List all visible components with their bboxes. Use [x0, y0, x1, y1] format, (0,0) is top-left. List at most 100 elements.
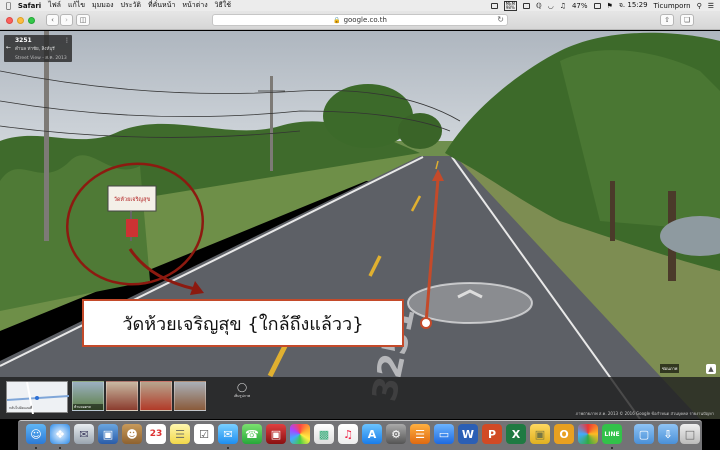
chevron-left-icon: ‹ [51, 16, 54, 24]
safari-icon[interactable]: ❖ [50, 424, 70, 444]
address-url: google.co.th [343, 16, 387, 24]
user-name[interactable]: Ticumporn [654, 2, 691, 10]
contacts-icon[interactable]: ☻ [122, 424, 142, 444]
menu-bookmarks[interactable]: ที่คั่นหน้า [148, 0, 175, 11]
chrome-icon[interactable] [578, 424, 598, 444]
menu-file[interactable]: ไฟล์ [48, 0, 61, 11]
street-view[interactable]: วัดห้วยเจริญสุข 3251 ← 3251 ตำบล ท่าชัย,… [0, 31, 720, 419]
itunes-icon[interactable]: ♫ [338, 424, 358, 444]
notification-center-icon[interactable]: ☰ [708, 2, 714, 10]
hide-imagery-button[interactable]: ซ่อนภาพ [660, 364, 680, 373]
calendar-day: 23 [149, 429, 163, 439]
memory-badge[interactable]: MEM 98% [503, 0, 518, 11]
add-photo-label: เพิ่มรูปภาพ [233, 394, 251, 398]
add-photo-button[interactable]: ◯ เพิ่มรูปภาพ [228, 383, 256, 413]
bluetooth-icon[interactable]: ℚ [536, 2, 542, 10]
photo-thumbnail[interactable]: ห้ามจอดรถ [72, 381, 104, 411]
clock[interactable]: จ. 15:29 [619, 0, 648, 11]
more-options-icon[interactable]: ⋮ [64, 37, 70, 44]
stickies-icon[interactable]: ▣ [530, 424, 550, 444]
dropbox-icon[interactable] [523, 2, 531, 9]
charts-icon[interactable]: ▩ [314, 424, 334, 444]
line-status-icon[interactable] [490, 2, 498, 9]
temple-sign-text: วัดห้วยเจริญสุข [114, 196, 151, 203]
photo-thumbnail[interactable] [174, 381, 206, 411]
street-view-scene[interactable]: วัดห้วยเจริญสุข 3251 [0, 31, 720, 419]
running-indicator [59, 447, 61, 449]
volume-icon[interactable]: ♫ [560, 2, 566, 10]
address-bar[interactable]: 🔒 google.co.th ↻ [212, 14, 508, 26]
screen:  Safari ไฟล์ แก้ไข มุมมอง ประวัติ ที่คั… [0, 0, 720, 450]
photo-filmstrip: กลับไปยังแผนที่ ห้ามจอดรถ ◯ เพิ่มรูปภาพ … [0, 377, 720, 419]
downloads-icon[interactable]: ⇩ [658, 424, 678, 444]
line-icon[interactable]: LINE [602, 424, 622, 444]
reminders-icon[interactable]: ☑ [194, 424, 214, 444]
trash-icon[interactable]: □ [680, 424, 700, 444]
battery-icon[interactable] [593, 2, 601, 9]
running-indicator [611, 447, 613, 449]
hide-imagery-label: ซ่อนภาพ [662, 366, 678, 371]
menu-help[interactable]: วิธีใช้ [215, 0, 231, 11]
road-number: 3251 [15, 37, 32, 44]
lock-icon: 🔒 [333, 16, 341, 24]
menu-window[interactable]: หน้าต่าง [182, 0, 207, 11]
share-icon: ⇧ [664, 16, 670, 24]
running-indicator [35, 447, 37, 449]
share-button[interactable]: ⇧ [660, 14, 674, 26]
menu-history[interactable]: ประวัติ [121, 0, 141, 11]
messages-icon[interactable]: ✉ [218, 424, 238, 444]
window-controls [6, 16, 35, 24]
map-thumbnail[interactable]: กลับไปยังแผนที่ [6, 381, 70, 415]
menu-app-name[interactable]: Safari [18, 2, 41, 10]
photos-preview-icon[interactable]: ▣ [98, 424, 118, 444]
spotlight-icon[interactable]: ⚲ [697, 2, 702, 10]
flag-icon[interactable]: ⚑ [607, 2, 613, 10]
outlook-icon[interactable]: O [554, 424, 574, 444]
back-arrow-icon[interactable]: ← [6, 44, 11, 51]
status-area: MEM 98% ℚ ◡ ♫ 47% ⚑ จ. 15:29 Ticumporn ⚲ … [490, 0, 714, 11]
minimize-window-button[interactable] [17, 16, 24, 24]
back-button[interactable]: ‹ [46, 14, 59, 26]
tab-overview-button[interactable]: ❏ [680, 14, 694, 26]
photos-icon[interactable] [290, 424, 310, 444]
finder-icon[interactable]: ☺ [26, 424, 46, 444]
apple-menu-icon[interactable]:  [6, 1, 11, 10]
reload-icon[interactable]: ↻ [497, 15, 504, 24]
fullscreen-window-button[interactable] [28, 16, 35, 24]
photo-thumbnail[interactable] [106, 381, 138, 411]
calendar-icon[interactable]: 23 [146, 424, 166, 444]
facetime-icon[interactable]: ☎ [242, 424, 262, 444]
photo-thumbnail-label: ห้ามจอดรถ [73, 404, 103, 410]
folder-icon[interactable]: ▢ [634, 424, 654, 444]
close-window-button[interactable] [6, 16, 13, 24]
menu-view[interactable]: มุมมอง [92, 0, 113, 11]
sidebar-toggle-button[interactable]: ◫ [76, 14, 90, 26]
mail-icon[interactable]: ✉ [74, 424, 94, 444]
battery-percent[interactable]: 47% [572, 2, 588, 10]
memory-badge-value: 98% [505, 4, 515, 10]
wifi-icon[interactable]: ◡ [548, 2, 554, 10]
tabs-icon: ❏ [683, 16, 691, 24]
app-store-icon[interactable]: A [362, 424, 382, 444]
powerpoint-icon[interactable]: P [482, 424, 502, 444]
street-view-date: Street View - ส.ค. 2013 [15, 56, 67, 61]
excel-icon[interactable]: X [506, 424, 526, 444]
photo-booth-icon[interactable]: ▣ [266, 424, 286, 444]
system-preferences-icon[interactable]: ⚙ [386, 424, 406, 444]
word-icon[interactable]: W [458, 424, 478, 444]
photo-thumbnail[interactable] [140, 381, 172, 411]
annotation-caption: วัดห้วยเจริญสุข {ใกล้ถึงแล้วว} [82, 299, 404, 347]
forward-button[interactable]: › [60, 14, 73, 26]
browser-toolbar: ‹ › ◫ 🔒 google.co.th ↻ ⇧ ❏ [0, 11, 720, 30]
expand-icon[interactable]: ▲ [706, 364, 716, 374]
location-info-card[interactable]: ← 3251 ตำบล ท่าชัย, สิงห์บุรี Street Vie… [4, 35, 72, 62]
menu-edit[interactable]: แก้ไข [68, 0, 85, 11]
menu-bar:  Safari ไฟล์ แก้ไข มุมมอง ประวัติ ที่คั… [0, 0, 720, 11]
keynote-icon[interactable]: ▭ [434, 424, 454, 444]
chevron-right-icon: › [65, 16, 68, 24]
copyright-text: ภาพถ่ายภาพ ส.ค. 2013 © 2016 Google ข้อกำ… [575, 411, 714, 416]
map-thumbnail-label: กลับไปยังแผนที่ [9, 406, 33, 410]
ibooks-icon[interactable]: ☰ [410, 424, 430, 444]
sidebar-icon: ◫ [79, 16, 87, 24]
notes-icon[interactable]: ☰ [170, 424, 190, 444]
